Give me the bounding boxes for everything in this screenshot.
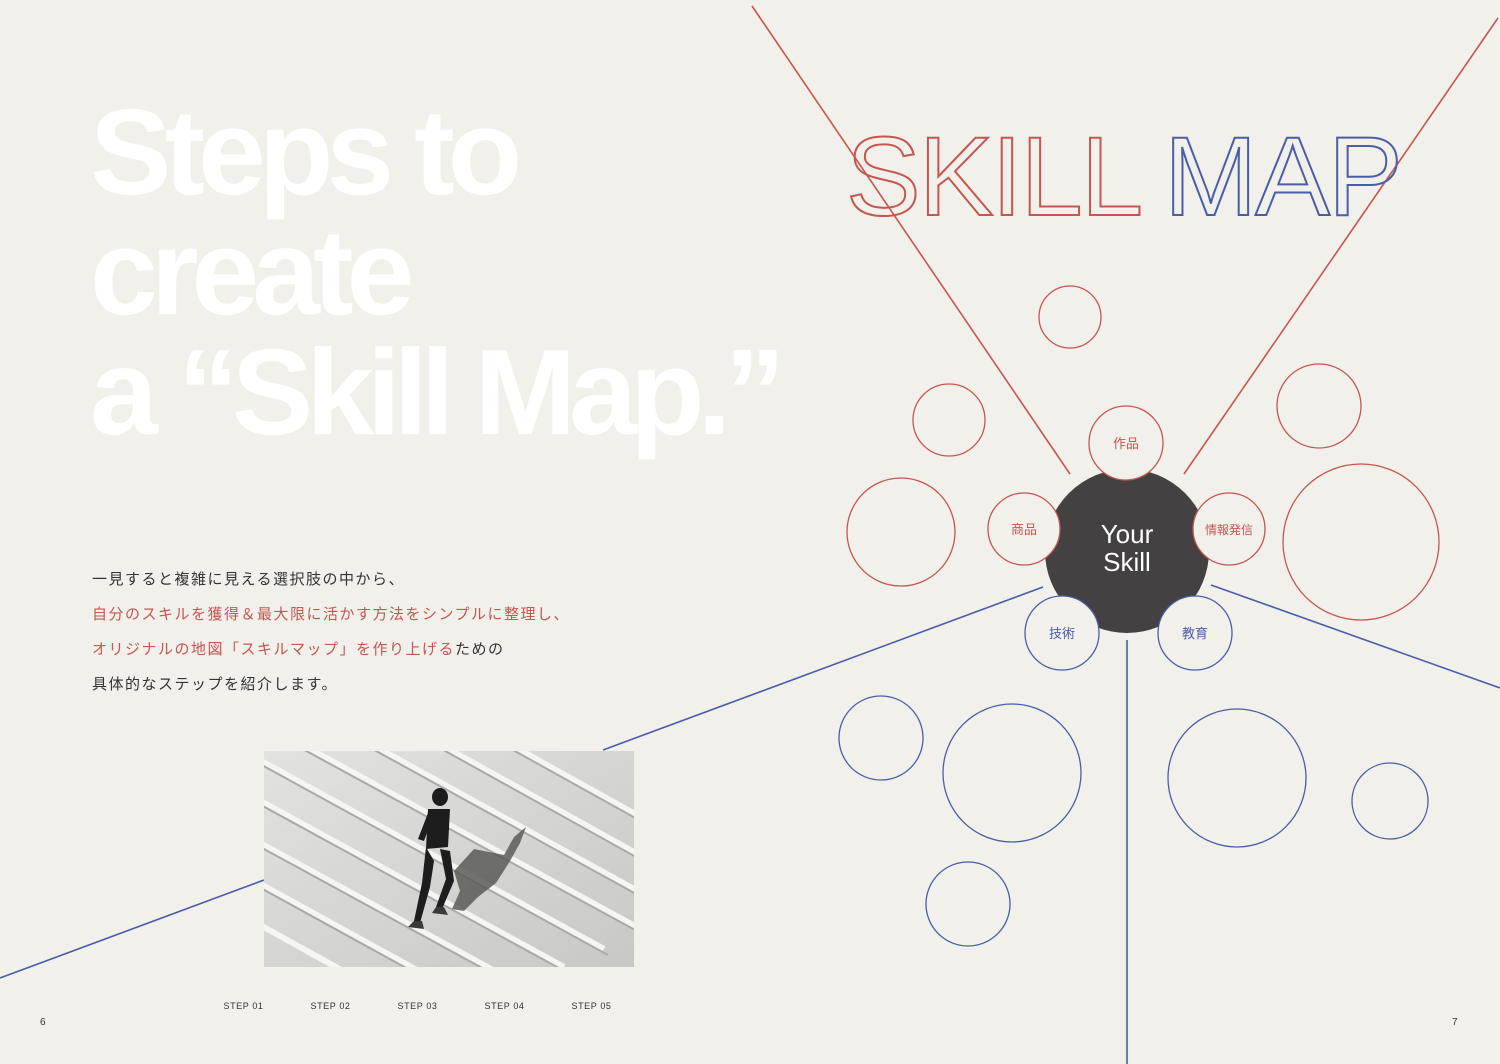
node-publishing-label: 情報発信 [1205, 523, 1253, 537]
red-guide-line-left [751, 5, 1071, 475]
node-products: 商品 [987, 492, 1061, 566]
empty-red-circle [1282, 463, 1440, 621]
node-technology-label: 技術 [1049, 627, 1075, 642]
intro-line4: 具体的なステップを紹介します。 [92, 675, 339, 693]
empty-red-circle [846, 477, 956, 587]
node-works-label: 作品 [1113, 437, 1139, 452]
node-works: 作品 [1088, 405, 1164, 481]
headline-line1: Steps to [90, 84, 522, 220]
page-number-left: 6 [40, 1017, 46, 1028]
intro-line2: 自分のスキルを獲得＆最大限に活かす方法をシンプルに整理し、 [92, 605, 571, 623]
headline-line3: a “Skill Map.” [90, 324, 785, 460]
step-01-link[interactable]: STEP 01 [200, 1001, 287, 1011]
empty-blue-circle [838, 695, 924, 781]
empty-blue-circle [1351, 762, 1429, 840]
step-04-link[interactable]: STEP 04 [461, 1001, 548, 1011]
empty-red-circle [1276, 363, 1362, 449]
intro-paragraph: 一見すると複雑に見える選択肢の中から、 自分のスキルを獲得＆最大限に活かす方法を… [92, 562, 570, 702]
step-02-link[interactable]: STEP 02 [287, 1001, 374, 1011]
empty-blue-circle [1167, 708, 1307, 848]
step-03-link[interactable]: STEP 03 [374, 1001, 461, 1011]
blue-guide-line-right [1210, 584, 1500, 689]
empty-blue-circle [942, 703, 1082, 843]
step-navigation: STEP 01 STEP 02 STEP 03 STEP 04 STEP 05 [200, 1001, 635, 1011]
blue-guide-line-bottom-left [0, 879, 265, 979]
step-05-link[interactable]: STEP 05 [548, 1001, 635, 1011]
intro-line3-rest: ための [455, 640, 505, 658]
map-title-text: MAP [1164, 114, 1401, 239]
center-label-line1: Your [1101, 519, 1154, 549]
node-publishing: 情報発信 [1192, 492, 1266, 566]
headline-line2: create [90, 204, 415, 340]
stairs-photo [264, 751, 634, 967]
node-education: 教育 [1157, 595, 1233, 671]
person-climbing-stairs-photo-icon [264, 751, 634, 967]
node-education-label: 教育 [1182, 626, 1208, 642]
page-number-right: 7 [1452, 1017, 1458, 1028]
empty-red-circle [912, 383, 986, 457]
center-label-line2: Skill [1103, 547, 1151, 577]
node-technology: 技術 [1024, 595, 1100, 671]
intro-line3-highlight: オリジナルの地図「スキルマップ」を作り上げる [92, 640, 456, 658]
empty-blue-circle [925, 861, 1011, 947]
blue-guide-line-left [602, 586, 1044, 751]
empty-red-circle [1038, 285, 1102, 349]
node-products-label: 商品 [1011, 523, 1037, 538]
red-guide-line-right [1183, 17, 1499, 475]
page-headline: Steps to create a “Skill Map.” [90, 84, 785, 460]
skill-title-text: SKILL [846, 114, 1141, 239]
intro-line1: 一見すると複雑に見える選択肢の中から、 [92, 570, 406, 588]
